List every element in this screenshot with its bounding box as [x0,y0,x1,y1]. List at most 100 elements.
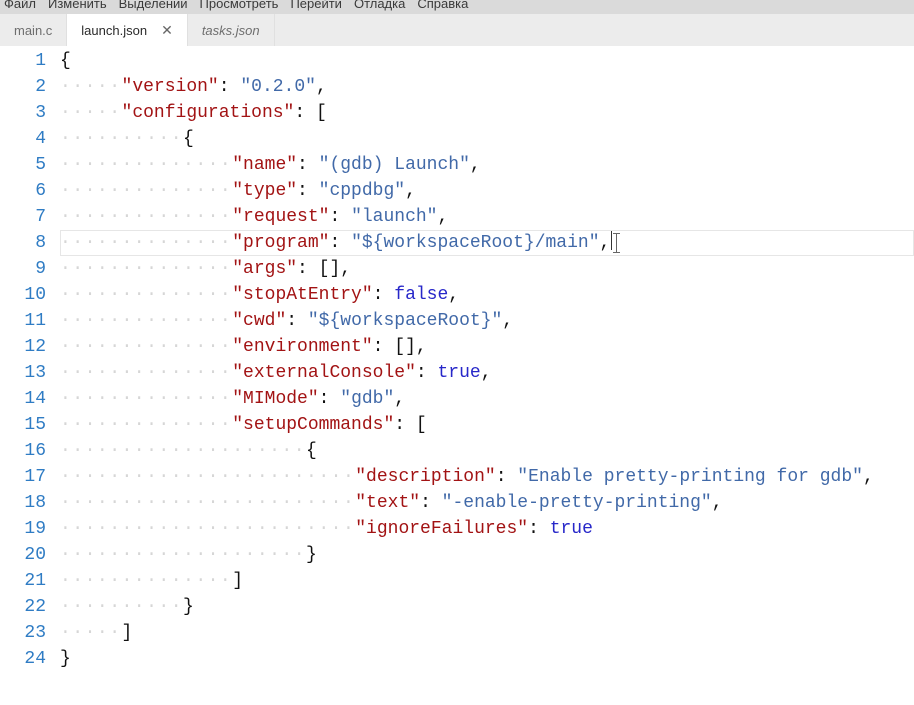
code-line[interactable]: ····················} [60,542,914,568]
indent-guides: ·············· [60,571,232,591]
token-str: "cppdbg" [319,181,405,201]
token-punct: : [373,285,395,305]
code-line[interactable]: ··············"type": "cppdbg", [60,178,914,204]
token-key: "type" [232,181,297,201]
indent-guides: ·············· [60,259,232,279]
line-number-gutter: 123456789101112131415161718192021222324 [0,46,60,705]
line-number: 12 [0,334,46,360]
line-number: 15 [0,412,46,438]
indent-guides: ························ [60,493,355,513]
code-line[interactable]: ··············"name": "(gdb) Launch", [60,152,914,178]
indent-guides: ·············· [60,363,232,383]
code-line[interactable]: ··············"MIMode": "gdb", [60,386,914,412]
indent-guides: ·············· [60,155,232,175]
code-area[interactable]: {·····"version": "0.2.0",·····"configura… [60,46,914,705]
indent-guides: ····· [60,623,122,643]
editor-tab[interactable]: main.c [0,14,67,46]
token-str: "launch" [351,207,437,227]
code-line[interactable]: ··············"stopAtEntry": false, [60,282,914,308]
token-str: "${workspaceRoot}/main" [351,233,599,253]
indent-guides: ·············· [60,181,232,201]
code-line[interactable]: } [60,646,914,672]
line-number: 23 [0,620,46,646]
indent-guides: ·············· [60,337,232,357]
line-number: 7 [0,204,46,230]
token-punct: : [319,389,341,409]
line-number: 17 [0,464,46,490]
token-punct: : [286,311,308,331]
indent-guides: ····· [60,77,122,97]
code-line[interactable]: ··········} [60,594,914,620]
token-key: "args" [232,259,297,279]
token-punct: [ [416,415,427,435]
close-icon[interactable]: ✕ [161,23,173,37]
menu-item[interactable]: Перейти [290,0,342,11]
line-number: 3 [0,100,46,126]
line-number: 19 [0,516,46,542]
token-punct: : [329,207,351,227]
code-line[interactable]: ··········{ [60,126,914,152]
token-punct: { [183,129,194,149]
menu-item[interactable]: Просмотреть [200,0,279,11]
code-line[interactable]: { [60,48,914,74]
token-punct: , [340,259,351,279]
menu-item[interactable]: Отладка [354,0,405,11]
code-line[interactable]: ··············"environment": [], [60,334,914,360]
token-key: "configurations" [122,103,295,123]
token-punct: : [394,415,416,435]
token-punct: [] [394,337,416,357]
tab-label: launch.json [81,23,147,38]
code-line[interactable]: ························"description": "… [60,464,914,490]
line-number: 16 [0,438,46,464]
code-line[interactable]: ··············"program": "${workspaceRoo… [60,230,914,256]
indent-guides: ·············· [60,285,232,305]
code-line[interactable]: ··············"args": [], [60,256,914,282]
token-punct: { [306,441,317,461]
menubar: Файл Изменить Выделении Просмотреть Перейти О… [0,0,914,14]
token-punct: [ [316,103,327,123]
token-key: "stopAtEntry" [232,285,372,305]
code-line[interactable]: ··············] [60,568,914,594]
token-punct: , [437,207,448,227]
menu-item[interactable]: Файл [4,0,36,11]
token-punct: : [297,259,319,279]
code-line[interactable]: ··············"cwd": "${workspaceRoot}", [60,308,914,334]
code-line[interactable]: ····················{ [60,438,914,464]
token-punct: [] [319,259,341,279]
editor-tab[interactable]: tasks.json [188,14,275,46]
token-punct: , [448,285,459,305]
token-key: "text" [355,493,420,513]
line-number: 4 [0,126,46,152]
token-str: "gdb" [340,389,394,409]
token-punct: } [183,597,194,617]
line-number: 18 [0,490,46,516]
indent-guides: ·········· [60,129,183,149]
editor-tab[interactable]: launch.json ✕ [67,14,188,46]
code-line[interactable]: ························"ignoreFailures"… [60,516,914,542]
token-punct: ] [122,623,133,643]
token-punct: : [420,493,442,513]
menu-item[interactable]: Справка [417,0,468,11]
token-str: "0.2.0" [240,77,316,97]
code-line[interactable]: ··············"setupCommands": [ [60,412,914,438]
line-number: 6 [0,178,46,204]
indent-guides: ························ [60,519,355,539]
code-line[interactable]: ························"text": "-enable… [60,490,914,516]
menu-item[interactable]: Выделении [119,0,188,11]
token-punct: : [297,181,319,201]
code-line[interactable]: ·····"version": "0.2.0", [60,74,914,100]
line-number: 11 [0,308,46,334]
code-editor[interactable]: 123456789101112131415161718192021222324 … [0,46,914,705]
token-key: "request" [232,207,329,227]
indent-guides: ·············· [60,207,232,227]
code-line[interactable]: ·····] [60,620,914,646]
line-number: 14 [0,386,46,412]
token-punct: : [373,337,395,357]
code-line[interactable]: ··············"externalConsole": true, [60,360,914,386]
code-line[interactable]: ··············"request": "launch", [60,204,914,230]
code-line[interactable]: ·····"configurations": [ [60,100,914,126]
line-number: 1 [0,48,46,74]
tab-bar: main.c launch.json ✕ tasks.json [0,14,914,46]
line-number: 10 [0,282,46,308]
menu-item[interactable]: Изменить [48,0,107,11]
